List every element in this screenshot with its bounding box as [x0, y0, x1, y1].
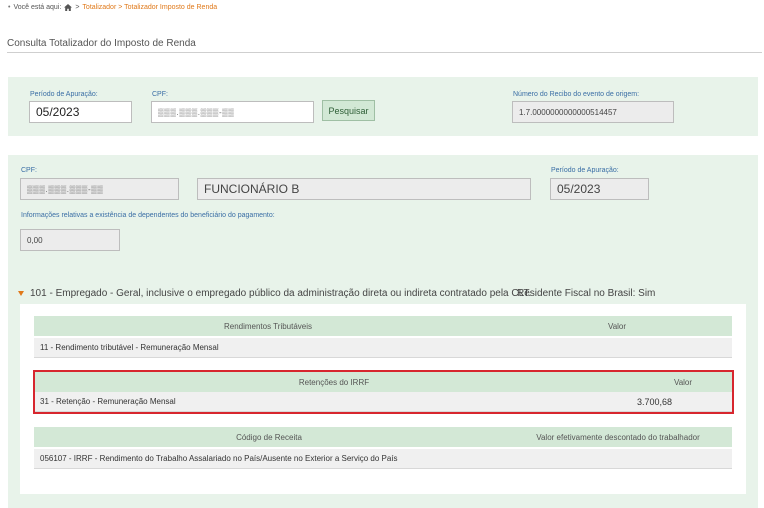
dependentes-field: 0,00 [20, 229, 120, 251]
breadcrumb-path[interactable]: Totalizador > Totalizador Imposto de Ren… [82, 4, 217, 11]
table-row: 056107 - IRRF - Rendimento do Trabalho A… [34, 449, 732, 469]
recibo-label: Número do Recibo do evento de origem: [513, 91, 640, 98]
row-desc: 11 - Rendimento tributável - Remuneração… [40, 343, 219, 352]
bullet: • [8, 4, 11, 11]
col-valor-descontado: Valor efetivamente descontado do trabalh… [536, 432, 700, 442]
table-header: Código de Receita Valor efetivamente des… [34, 427, 732, 447]
periodo-label: Período de Apuração: [30, 91, 98, 98]
categoria-text: 101 - Empregado - Geral, inclusive o emp… [30, 288, 532, 299]
dependentes-label: Informações relativas a existência de de… [21, 212, 275, 219]
recibo-field: 1.7.0000000000000514457 [512, 101, 674, 123]
cpf-input[interactable]: ▒▒▒.▒▒▒.▒▒▒-▒▒ [151, 101, 314, 123]
receita-table: Código de Receita Valor efetivamente des… [34, 427, 732, 469]
cpf-label: CPF: [152, 91, 168, 98]
row-desc: 056107 - IRRF - Rendimento do Trabalho A… [40, 454, 398, 463]
nome-field: FUNCIONÁRIO B [197, 178, 531, 200]
breadcrumb-prefix: Você está aqui: [13, 4, 62, 11]
result-cpf-field: ▒▒▒.▒▒▒.▒▒▒-▒▒ [20, 178, 179, 200]
table-row: 11 - Rendimento tributável - Remuneração… [34, 338, 732, 358]
result-cpf-label: CPF: [21, 167, 37, 174]
periodo-input[interactable]: 05/2023 [29, 101, 132, 123]
categoria-toggle[interactable]: 101 - Empregado - Geral, inclusive o emp… [18, 288, 531, 299]
breadcrumb: • Você está aqui: > Totalizador > Totali… [8, 4, 217, 11]
col-valor: Valor [607, 321, 627, 331]
pesquisar-button[interactable]: Pesquisar [322, 100, 375, 121]
page-title: Consulta Totalizador do Imposto de Renda [7, 38, 196, 49]
result-periodo-label: Período de Apuração: [551, 167, 619, 174]
home-icon[interactable] [64, 4, 73, 11]
col-codigo: Código de Receita [236, 432, 302, 442]
title-divider [7, 52, 762, 53]
highlight-box [33, 370, 734, 414]
result-periodo-field: 05/2023 [550, 178, 649, 200]
caret-down-icon [18, 291, 24, 296]
residente-text: Residente Fiscal no Brasil: Sim [517, 288, 656, 299]
table-header: Rendimentos Tributáveis Valor [34, 316, 732, 336]
breadcrumb-separator: > [75, 4, 80, 11]
col-rendimentos: Rendimentos Tributáveis [223, 321, 313, 331]
rendimentos-table: Rendimentos Tributáveis Valor 11 - Rendi… [34, 316, 732, 358]
